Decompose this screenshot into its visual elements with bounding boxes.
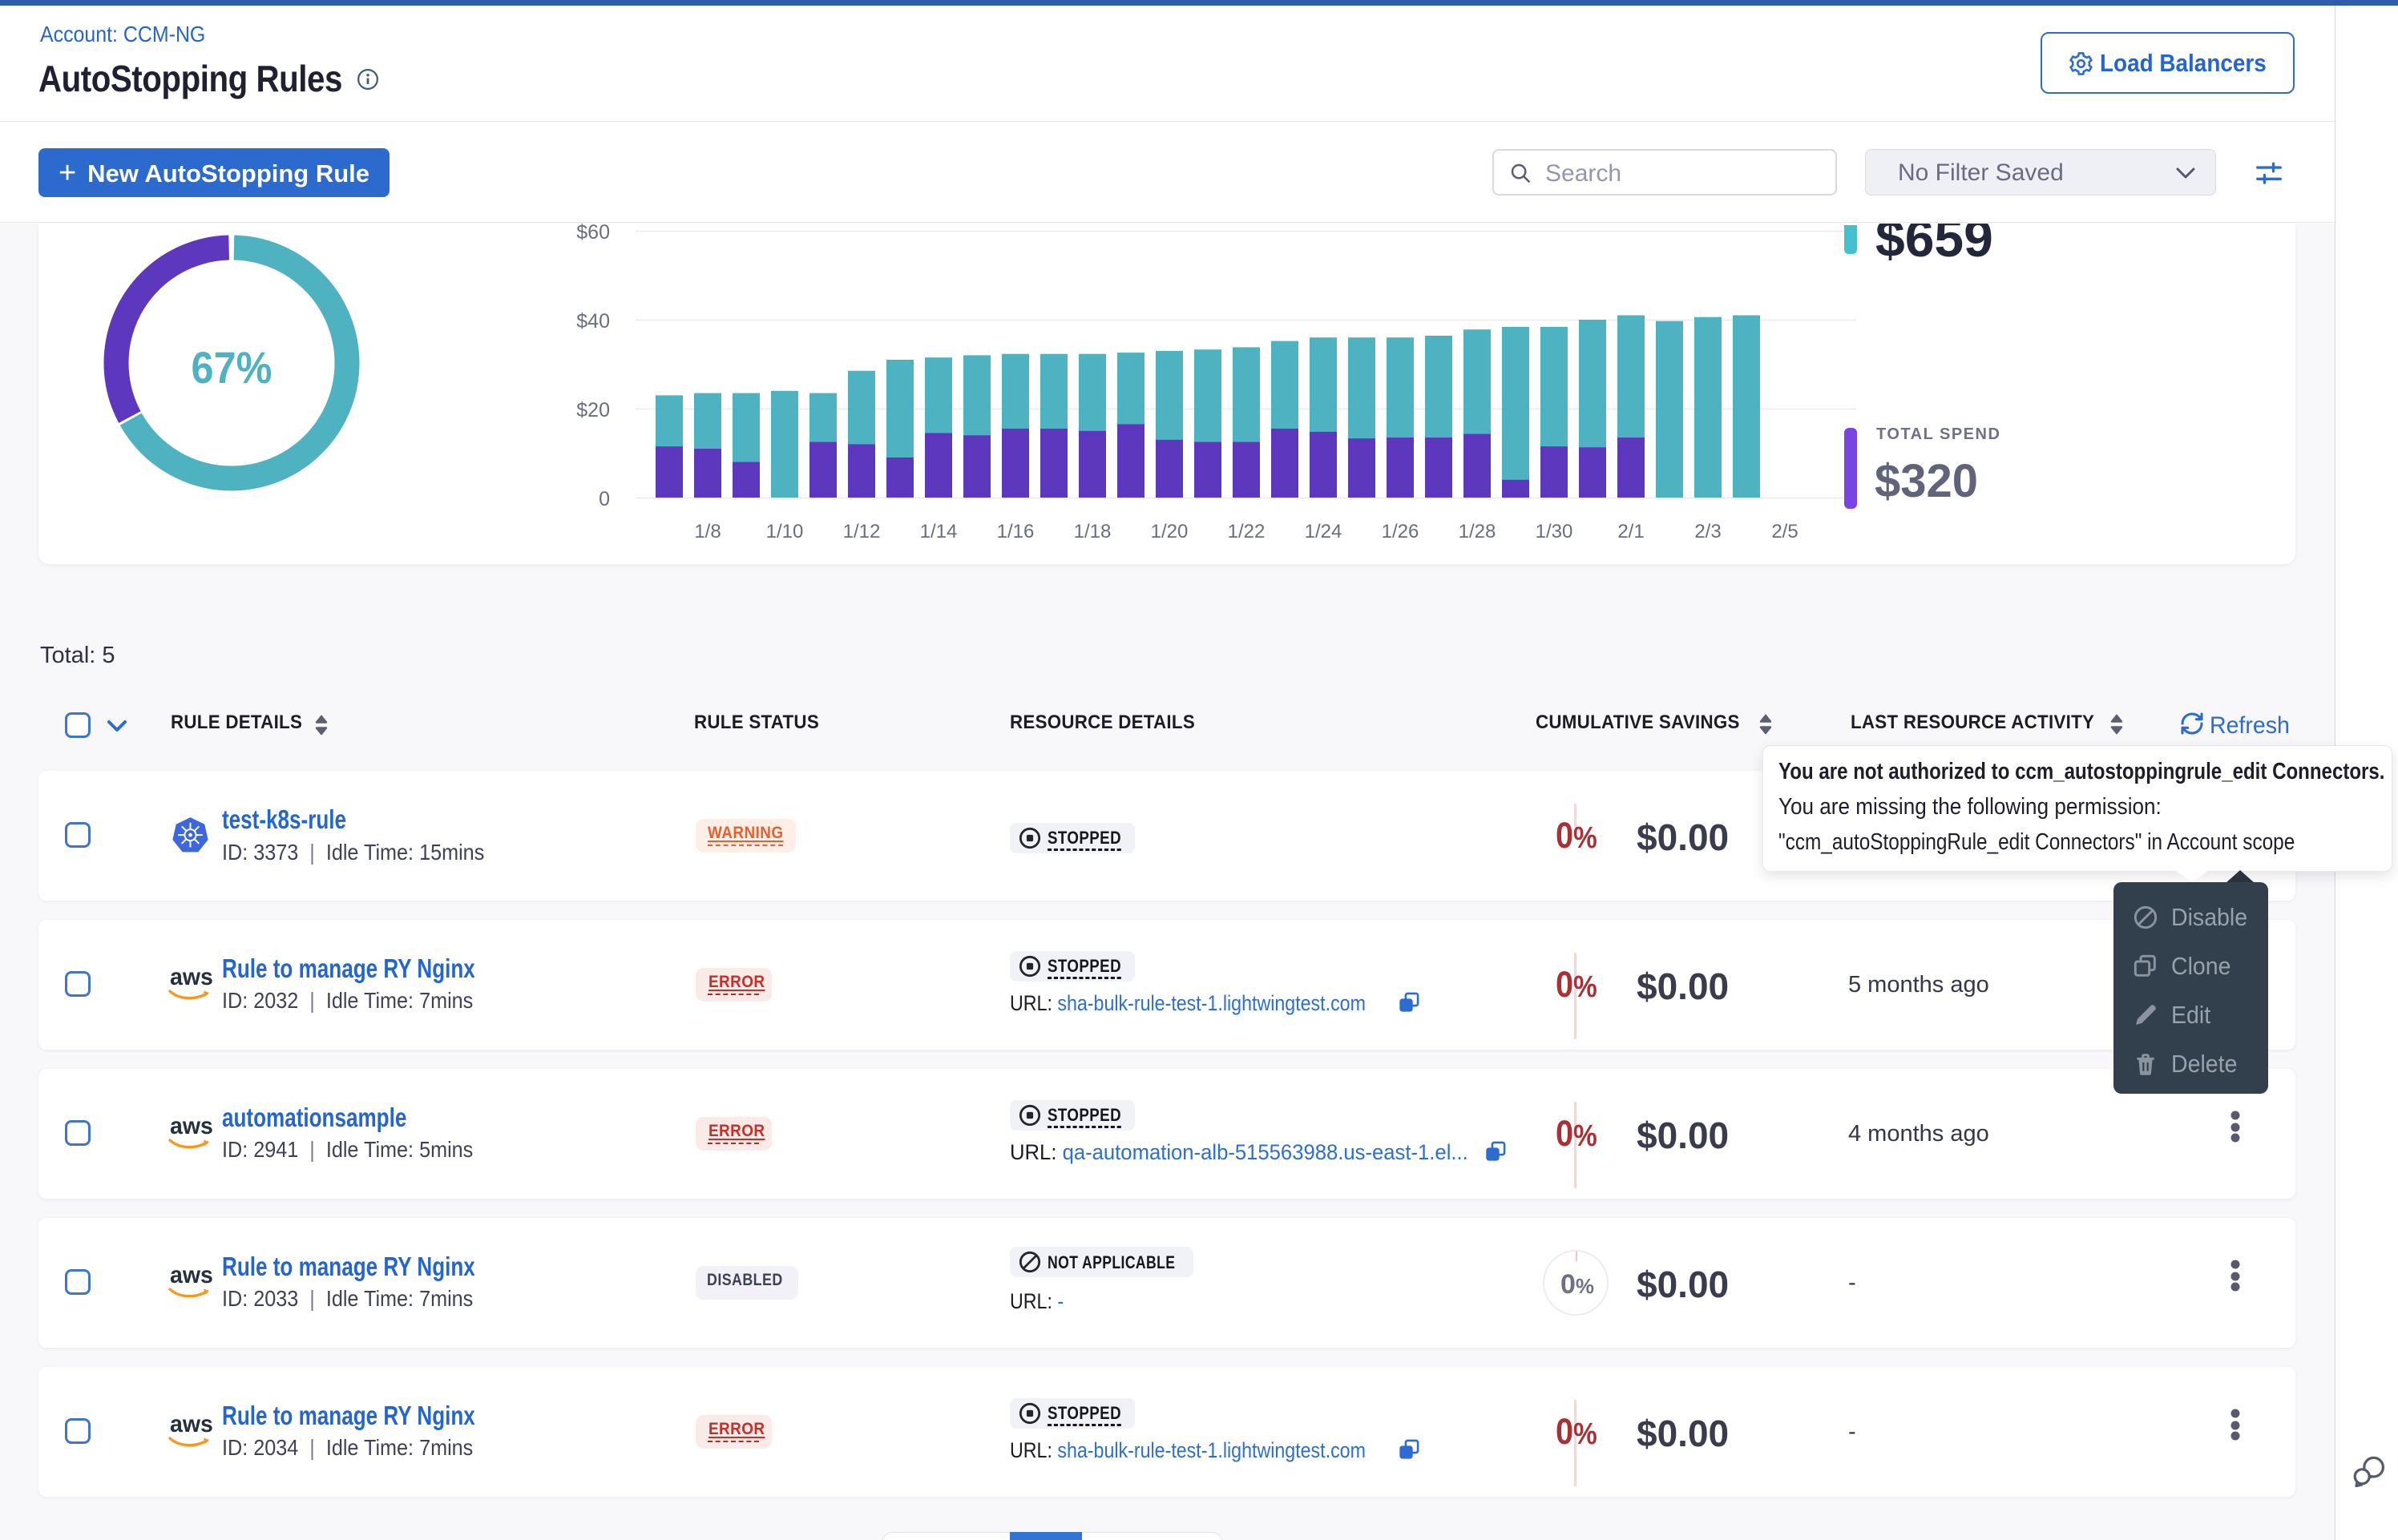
svg-text:0: 0 [599,488,610,510]
svg-text:1/24: 1/24 [1305,521,1342,542]
svg-text:$20: $20 [576,399,610,421]
svg-text:1/14: 1/14 [920,521,958,542]
svg-text:1/16: 1/16 [997,521,1035,542]
svg-text:$60: $60 [576,224,610,244]
svg-text:1/22: 1/22 [1228,521,1266,542]
svg-text:1/10: 1/10 [766,521,804,542]
svg-text:1/8: 1/8 [694,521,721,542]
svg-text:2/1: 2/1 [1617,521,1644,542]
svg-text:1/20: 1/20 [1151,521,1189,542]
svg-text:$40: $40 [576,310,610,333]
svg-text:1/30: 1/30 [1536,521,1573,542]
svg-text:2/3: 2/3 [1694,521,1721,542]
svg-text:1/12: 1/12 [843,521,881,542]
svg-text:1/28: 1/28 [1459,521,1496,542]
svg-text:2/5: 2/5 [1771,521,1798,542]
svg-text:1/18: 1/18 [1074,521,1112,542]
svg-text:1/26: 1/26 [1382,521,1419,542]
